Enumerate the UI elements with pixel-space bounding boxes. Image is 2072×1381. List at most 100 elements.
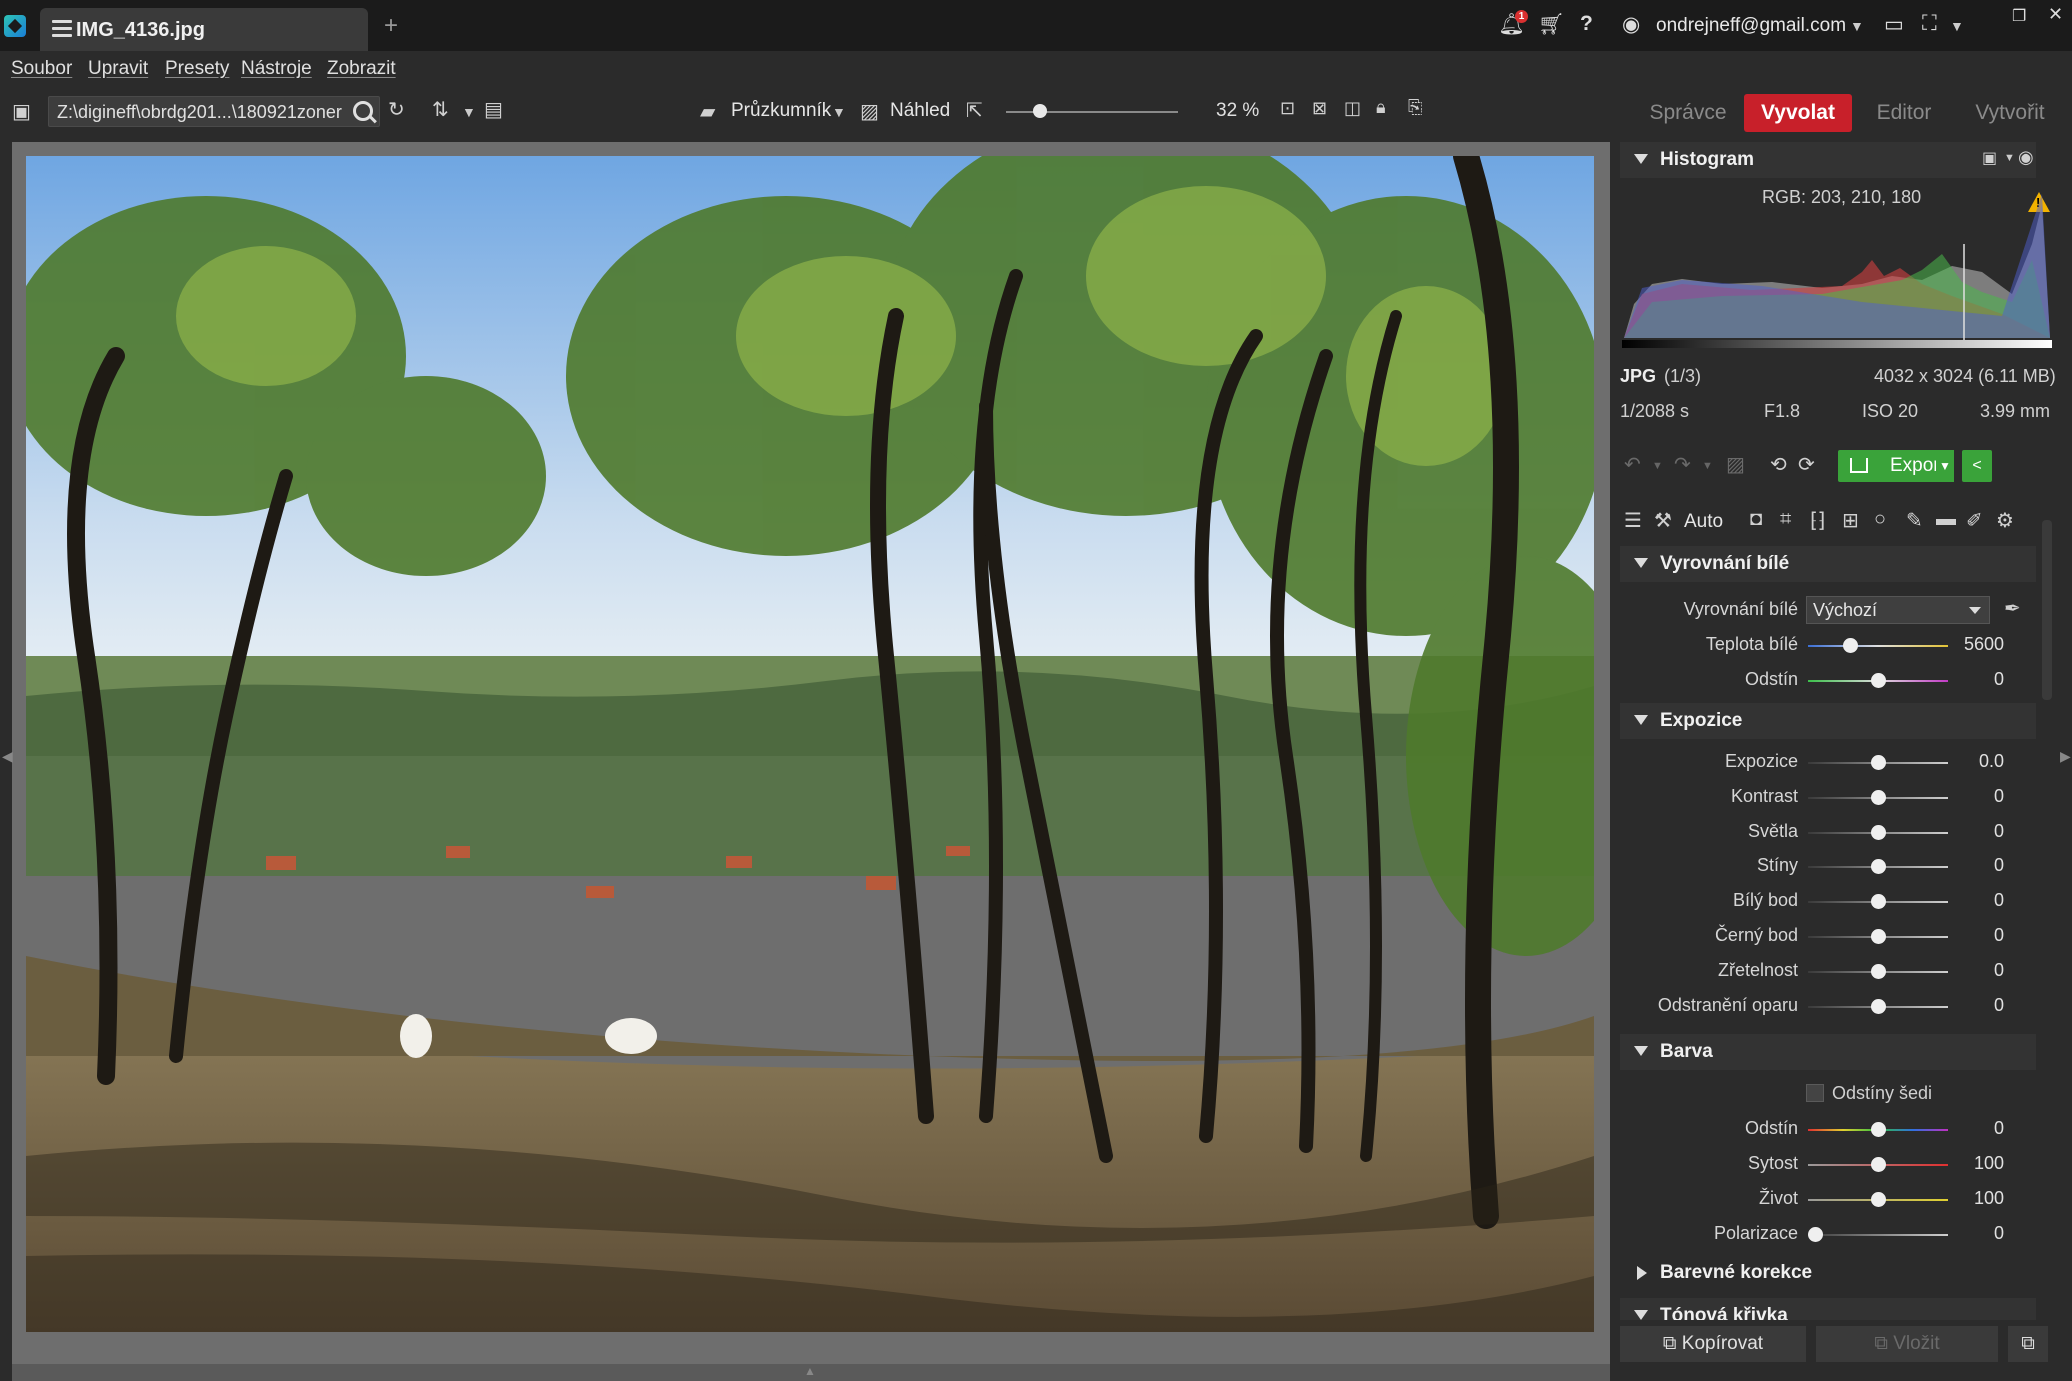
chevron-down-icon[interactable]: ▼ <box>1702 460 1713 472</box>
restore-window-icon[interactable]: ❐ <box>2012 6 2026 26</box>
auto-button[interactable]: Auto <box>1684 511 1723 533</box>
user-email[interactable]: ondrejneff@gmail.com <box>1656 15 1846 37</box>
chevron-down-icon[interactable]: ▼ <box>1652 460 1663 472</box>
exposure-header[interactable]: Expozice <box>1620 703 2036 739</box>
white-balance-param-slider[interactable] <box>1808 645 1948 647</box>
explorer-button[interactable]: Průzkumník <box>731 100 831 122</box>
color-param-slider-thumb[interactable] <box>1808 1227 1823 1242</box>
exposure-param-slider-thumb[interactable] <box>1871 824 1886 840</box>
menu-upravit[interactable]: Upravit <box>88 58 148 80</box>
clipboard-options-button[interactable]: ⧉ <box>2008 1326 2048 1362</box>
exposure-param-value[interactable]: 0 <box>1944 821 2004 842</box>
navigator-icon[interactable]: ⎘ <box>1408 97 1422 118</box>
grayscale-checkbox[interactable] <box>1806 1084 1824 1102</box>
monitor-icon[interactable]: ▭ <box>1884 12 1904 37</box>
refresh-icon[interactable]: ↻ <box>388 97 405 122</box>
fit-icon[interactable]: ⊠ <box>1312 98 1327 119</box>
exposure-param-value[interactable]: 0 <box>1944 786 2004 807</box>
frame-icon[interactable]: ⊞ <box>1842 508 1859 533</box>
search-icon[interactable] <box>353 101 373 121</box>
original-compare-icon[interactable]: ▨ <box>1726 452 1745 477</box>
exposure-param-value[interactable]: 0 <box>1944 855 2004 876</box>
retouch-icon[interactable]: ✐ <box>1966 508 1983 533</box>
exposure-param-value[interactable]: 0.0 <box>1944 751 2004 772</box>
add-tab-button[interactable]: + <box>384 14 398 38</box>
perspective-icon[interactable]: ⁅⁆ <box>1810 508 1826 533</box>
paste-settings-button[interactable]: ⧉ Vložit <box>1816 1326 1998 1362</box>
document-tab[interactable]: IMG_4136.jpg <box>40 8 368 51</box>
folder-up-icon[interactable]: ▣ <box>12 99 31 124</box>
white-balance-param-value[interactable]: 5600 <box>1944 634 2004 655</box>
exposure-param-slider-thumb[interactable] <box>1871 929 1886 944</box>
color-param-slider-thumb[interactable] <box>1871 1192 1886 1207</box>
eyedropper-icon[interactable]: ✒ <box>2004 596 2021 621</box>
menu-nastroje[interactable]: Nástroje <box>241 58 312 80</box>
chevron-down-icon[interactable]: ▼ <box>2004 152 2015 164</box>
color-param-value[interactable]: 0 <box>1944 1223 2004 1244</box>
external-window-icon[interactable]: ⇱ <box>966 98 983 123</box>
left-panel-toggle-icon[interactable]: ◀ <box>2 748 13 765</box>
rotate-left-icon[interactable]: ⟲ <box>1770 452 1787 477</box>
fullscreen-icon[interactable]: ⛶ <box>1922 12 1937 36</box>
zoom-slider[interactable] <box>1006 111 1178 113</box>
exposure-param-value[interactable]: 0 <box>1944 890 2004 911</box>
module-tab-editor[interactable]: Editor <box>1862 94 1946 132</box>
export-dropdown-button[interactable]: ▼ <box>1936 450 1954 482</box>
lock-icon[interactable]: 🔒︎ <box>1376 97 1386 118</box>
close-icon[interactable]: ✕ <box>2048 4 2063 25</box>
actual-size-icon[interactable]: ⊡ <box>1280 98 1295 119</box>
settings-gear-icon[interactable]: ⚙ <box>1996 508 2014 533</box>
tone-curve-header[interactable]: Tónová křivka <box>1620 1298 2036 1320</box>
color-header[interactable]: Barva <box>1620 1034 2036 1070</box>
user-icon[interactable]: ◉ <box>1622 12 1640 37</box>
module-tab-vytvorit[interactable]: Vytvořit <box>1960 94 2060 132</box>
menu-presety[interactable]: Presety <box>165 58 229 80</box>
crop-icon[interactable]: ⌗ <box>1780 508 1791 531</box>
share-button[interactable]: < <box>1962 450 1992 482</box>
radial-filter-icon[interactable]: ○ <box>1874 508 1886 531</box>
white-balance-select[interactable]: Výchozí <box>1806 596 1990 624</box>
color-param-slider[interactable] <box>1808 1234 1948 1236</box>
color-param-value[interactable]: 100 <box>1944 1153 2004 1174</box>
exposure-param-value[interactable]: 0 <box>1944 995 2004 1016</box>
gradient-filter-icon[interactable]: ▬ <box>1936 508 1956 531</box>
white-balance-param-slider-thumb[interactable] <box>1843 638 1858 653</box>
zoom-slider-thumb[interactable] <box>1033 104 1048 118</box>
chevron-down-icon[interactable]: ▼ <box>462 104 476 120</box>
chevron-down-icon[interactable]: ▼ <box>832 104 846 120</box>
white-balance-param-value[interactable]: 0 <box>1944 669 2004 690</box>
sort-icon[interactable]: ⇅ <box>432 97 449 122</box>
right-panel-toggle-icon[interactable]: ▶ <box>2060 748 2071 765</box>
exposure-param-value[interactable]: 0 <box>1944 925 2004 946</box>
photo-preview[interactable] <box>26 156 1594 1332</box>
undo-icon[interactable]: ↶ <box>1624 452 1641 477</box>
color-param-value[interactable]: 100 <box>1944 1188 2004 1209</box>
redo-icon[interactable]: ↷ <box>1674 452 1691 477</box>
exposure-param-slider-thumb[interactable] <box>1871 789 1886 805</box>
cart-icon[interactable]: 🛒︎ <box>1538 13 1565 37</box>
menu-soubor[interactable]: Soubor <box>11 58 72 80</box>
panel-scrollbar[interactable] <box>2042 520 2052 700</box>
auto-wand-icon[interactable]: ⚒ <box>1654 508 1672 533</box>
histogram-header[interactable]: Histogram ▣ ▼ ◉ <box>1620 142 2036 178</box>
white-balance-header[interactable]: Vyrovnání bílé <box>1620 546 2036 582</box>
compare-icon[interactable]: ◫ <box>1344 98 1361 119</box>
adjustments-icon[interactable]: ☰ <box>1624 508 1642 533</box>
chevron-down-icon[interactable]: ▼ <box>1850 18 1864 34</box>
new-folder-icon[interactable]: ▤ <box>484 97 503 122</box>
histogram-mode-icon[interactable]: ▣ <box>1982 148 1997 168</box>
chevron-down-icon[interactable]: ▼ <box>1950 18 1964 34</box>
white-balance-param-slider-thumb[interactable] <box>1871 673 1886 688</box>
preview-button[interactable]: Náhled <box>890 100 950 122</box>
clipping-indicator-icon[interactable]: ◉ <box>2018 147 2034 168</box>
camera-icon[interactable]: ◘ <box>1750 508 1762 531</box>
exposure-param-slider-thumb[interactable] <box>1871 755 1886 770</box>
help-icon[interactable]: ? <box>1580 12 1593 36</box>
exposure-param-slider-thumb[interactable] <box>1871 998 1886 1014</box>
path-field[interactable]: Z:\diginеff\obrdg201...\180921zoner <box>48 96 380 127</box>
rotate-right-icon[interactable]: ⟳ <box>1798 452 1815 477</box>
copy-settings-button[interactable]: ⧉ Kopírovat <box>1620 1326 1806 1362</box>
module-tab-vyvolat[interactable]: Vyvolat <box>1744 94 1852 132</box>
brush-icon[interactable]: ✎ <box>1906 508 1923 533</box>
exposure-param-slider-thumb[interactable] <box>1871 963 1886 979</box>
